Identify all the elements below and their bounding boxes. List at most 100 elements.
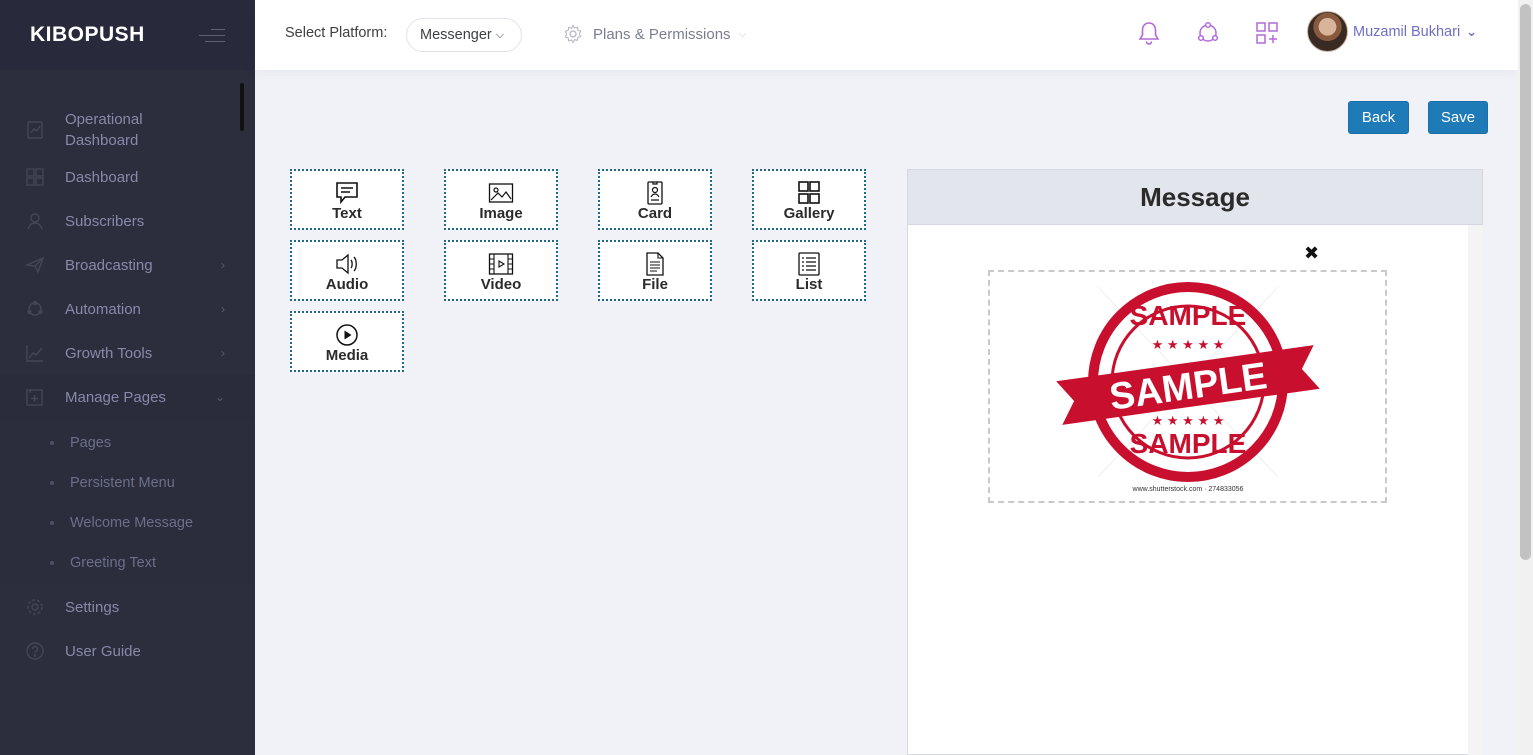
- user-menu[interactable]: Muzamil Bukhari ⌄: [1307, 11, 1477, 52]
- component-image[interactable]: Image: [444, 169, 558, 230]
- submenu-item-persistent-menu[interactable]: Persistent Menu: [0, 463, 255, 503]
- bullet-icon: [50, 441, 54, 445]
- add-page-icon: [25, 387, 45, 407]
- sidebar-item-label: Manage Pages: [65, 388, 166, 406]
- top-header: Select Platform: Messenger ⌵ Plans & Per…: [255, 0, 1518, 70]
- message-preview-panel: Message ✖ SAMPLE ★ ★ ★ ★ ★ SAMPLE ★ ★ ★ …: [907, 169, 1483, 755]
- chevron-down-icon: ⌄: [1466, 23, 1478, 39]
- sidebar-item-manage-pages[interactable]: Manage Pages ⌄: [0, 375, 255, 419]
- send-icon: [25, 255, 45, 275]
- message-panel-scrollbar[interactable]: [1468, 225, 1483, 755]
- apps-grid-icon[interactable]: [1254, 20, 1280, 46]
- component-text[interactable]: Text: [290, 169, 404, 230]
- sample-stamp-image: SAMPLE ★ ★ ★ ★ ★ SAMPLE ★ ★ ★ ★ ★ SAMPLE…: [1055, 281, 1320, 493]
- brand-bar: KIBOPUSH: [0, 0, 255, 70]
- gear-icon: [564, 24, 582, 44]
- platform-label: Select Platform:: [285, 25, 388, 41]
- component-label: Text: [332, 205, 362, 222]
- page-scrollbar-thumb[interactable]: [1520, 4, 1531, 560]
- brand-logo[interactable]: KIBOPUSH: [30, 23, 145, 47]
- help-icon: [25, 641, 45, 661]
- sidebar-item-user-guide[interactable]: User Guide: [0, 629, 255, 673]
- submenu-item-label: Persistent Menu: [70, 475, 175, 491]
- component-label: Video: [480, 276, 522, 293]
- platform-select-value: Messenger: [420, 27, 492, 43]
- avatar[interactable]: [1307, 11, 1348, 52]
- grid-icon: [25, 167, 45, 187]
- component-card[interactable]: Card: [598, 169, 712, 230]
- list-icon: [798, 252, 820, 276]
- remove-component-icon[interactable]: ✖: [1304, 243, 1319, 264]
- network-icon[interactable]: [1195, 20, 1221, 46]
- stamp-top-text: SAMPLE: [1129, 300, 1246, 331]
- sidebar-item-label: Broadcasting: [65, 256, 153, 274]
- sidebar-item-label: Growth Tools: [65, 344, 153, 362]
- submenu-item-label: Greeting Text: [70, 555, 156, 571]
- plans-permissions-dropdown[interactable]: Plans & Permissions ⌵: [563, 24, 746, 44]
- component-file[interactable]: File: [598, 240, 712, 301]
- speaker-icon: [336, 253, 357, 275]
- chart-icon: [25, 120, 45, 140]
- sidebar-item-automation[interactable]: Automation ›: [0, 287, 255, 331]
- sidebar-item-label: Operational Dashboard: [65, 111, 143, 149]
- component-label: Gallery: [783, 205, 835, 222]
- gear-icon: [25, 597, 45, 617]
- component-label: Card: [637, 205, 673, 222]
- chevron-right-icon: ›: [221, 302, 225, 316]
- component-video[interactable]: Video: [444, 240, 558, 301]
- film-icon: [488, 253, 514, 275]
- gallery-grid-icon: [798, 181, 820, 204]
- sidebar-item-broadcasting[interactable]: Broadcasting ›: [0, 243, 255, 287]
- bullet-icon: [50, 561, 54, 565]
- sidebar-item-dashboard[interactable]: Dashboard: [0, 155, 255, 199]
- sidebar-item-label: Settings: [65, 598, 120, 616]
- component-label: List: [795, 276, 823, 293]
- plans-permissions-label: Plans & Permissions: [593, 25, 731, 43]
- play-circle-icon: [336, 324, 358, 346]
- component-label: File: [642, 276, 668, 293]
- chevron-right-icon: ›: [221, 346, 225, 360]
- submenu-item-welcome-message[interactable]: Welcome Message: [0, 503, 255, 543]
- submenu-item-pages[interactable]: Pages: [0, 423, 255, 463]
- chat-text-icon: [336, 182, 358, 205]
- bullet-icon: [50, 521, 54, 525]
- sidebar-item-label: Subscribers: [65, 212, 145, 230]
- user-icon: [25, 211, 45, 231]
- component-list[interactable]: List: [752, 240, 866, 301]
- automation-icon: [25, 299, 45, 319]
- manage-pages-submenu: Pages Persistent Menu Welcome Message Gr…: [0, 419, 255, 585]
- chevron-down-icon: ⌄: [214, 390, 225, 404]
- sidebar-menu: Operational Dashboard Dashboard Subscrib…: [0, 70, 255, 673]
- platform-select[interactable]: Messenger ⌵: [406, 18, 522, 52]
- notification-bell-icon[interactable]: [1136, 20, 1162, 46]
- sidebar: KIBOPUSH Operational Dashboard Dashboard…: [0, 0, 255, 755]
- component-audio[interactable]: Audio: [290, 240, 404, 301]
- sidebar-item-label: Automation: [65, 300, 141, 318]
- menu-toggle-icon[interactable]: [199, 27, 225, 43]
- page-scrollbar[interactable]: [1518, 0, 1533, 755]
- file-icon: [646, 252, 664, 276]
- message-panel-title: Message: [908, 170, 1482, 225]
- component-media[interactable]: Media: [290, 311, 404, 372]
- back-button[interactable]: Back: [1348, 101, 1409, 134]
- sidebar-item-growth-tools[interactable]: Growth Tools ›: [0, 331, 255, 375]
- chevron-down-icon: ⌵: [495, 28, 505, 41]
- sidebar-item-subscribers[interactable]: Subscribers: [0, 199, 255, 243]
- component-label: Media: [325, 347, 369, 364]
- sidebar-item-label: Dashboard: [65, 168, 139, 186]
- chevron-right-icon: ›: [221, 258, 225, 272]
- component-gallery[interactable]: Gallery: [752, 169, 866, 230]
- component-label: Audio: [325, 276, 369, 293]
- id-card-icon: [647, 181, 663, 205]
- submenu-item-label: Welcome Message: [70, 515, 194, 531]
- sidebar-item-label: User Guide: [65, 642, 141, 660]
- component-label: Image: [479, 205, 523, 222]
- submenu-item-label: Pages: [70, 435, 112, 451]
- save-button[interactable]: Save: [1428, 101, 1488, 134]
- sidebar-item-operational-dashboard[interactable]: Operational Dashboard: [0, 105, 255, 155]
- submenu-item-greeting-text[interactable]: Greeting Text: [0, 543, 255, 583]
- stars-decoration: ★ ★ ★ ★ ★: [1151, 337, 1224, 352]
- message-image-component[interactable]: SAMPLE ★ ★ ★ ★ ★ SAMPLE ★ ★ ★ ★ ★ SAMPLE…: [988, 270, 1387, 503]
- sidebar-item-settings[interactable]: Settings: [0, 585, 255, 629]
- stamp-bottom-text: SAMPLE: [1129, 428, 1246, 459]
